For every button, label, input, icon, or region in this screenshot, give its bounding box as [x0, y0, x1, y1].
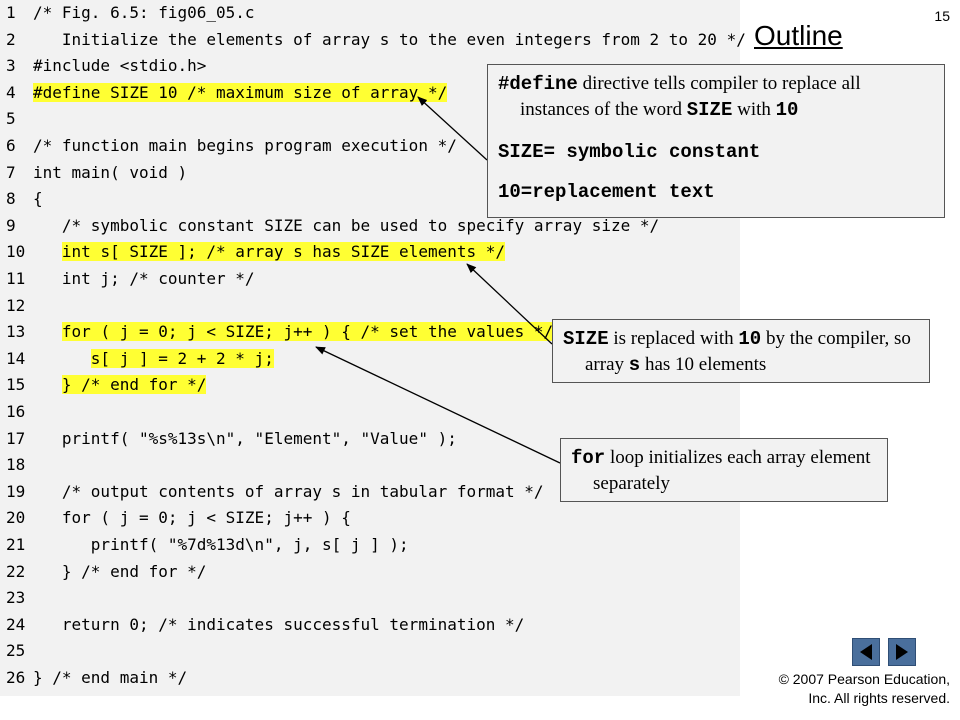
- code-ten: 10: [775, 99, 799, 121]
- highlighted-code: int s[ SIZE ]; /* array s has SIZE eleme…: [61, 242, 506, 262]
- line-number: 26: [6, 668, 26, 687]
- code-text: /* Fig. 6.5: fig06_05.c: [33, 3, 255, 22]
- code-line: 23: [0, 585, 740, 611]
- line-number: 23: [6, 588, 26, 608]
- line-number: 14: [6, 348, 26, 368]
- line-number: 22: [6, 561, 26, 581]
- callout-size-text: SIZE is replaced with 10 by the compiler…: [563, 326, 919, 378]
- code-line: 2 Initialize the elements of array s to …: [0, 27, 746, 53]
- code-line: 22 } /* end for */: [0, 559, 740, 585]
- code-define: #define: [498, 73, 578, 95]
- highlighted-code: s[ j ] = 2 + 2 * j;: [90, 348, 274, 368]
- code-line: 24 return 0; /* indicates successful ter…: [0, 612, 740, 638]
- code-text: Initialize the elements of array s to th…: [33, 29, 746, 49]
- highlighted-code: } /* end for */: [61, 375, 207, 395]
- line-number: 12: [6, 295, 26, 315]
- code-text: int j; /* counter */: [33, 269, 255, 288]
- line-number: 6: [6, 136, 16, 155]
- line-number: 15: [6, 375, 26, 395]
- line-number: 20: [6, 508, 26, 528]
- copyright-notice: © 2007 Pearson Education, Inc. All right…: [779, 670, 950, 708]
- code-text: #define SIZE 10 /* maximum size of array…: [33, 80, 448, 106]
- code-ten: 10: [738, 328, 762, 350]
- highlighted-code: #define SIZE 10 /* maximum size of array…: [33, 82, 448, 102]
- callout-define-directive: #define directive tells compiler to repl…: [487, 64, 945, 218]
- line-number: 9: [6, 215, 16, 235]
- code-text: /* function main begins program executio…: [33, 136, 457, 155]
- code-text: int main( void ): [33, 162, 188, 182]
- code-text: } /* end for */: [33, 372, 207, 398]
- code-line: 20 for ( j = 0; j < SIZE; j++ ) {: [0, 505, 740, 531]
- code-line: 10 int s[ SIZE ]; /* array s has SIZE el…: [0, 239, 740, 265]
- replacement-text-label: 10=replacement text: [498, 181, 715, 203]
- line-number: 2: [6, 29, 16, 49]
- line-number: 5: [6, 109, 16, 129]
- code-text: {: [33, 189, 43, 209]
- line-number: 17: [6, 428, 26, 448]
- symbolic-constant-label: SIZE= symbolic constant: [498, 141, 761, 163]
- callout-for-loop: for loop initializes each array element …: [560, 438, 888, 502]
- code-text: printf( "%7d%13d\n", j, s[ j ] );: [33, 535, 409, 554]
- code-line: 12: [0, 293, 740, 319]
- code-line: 11 int j; /* counter */: [0, 266, 740, 292]
- callout-define-text: #define directive tells compiler to repl…: [498, 71, 934, 123]
- callout-size-replaced: SIZE is replaced with 10 by the compiler…: [552, 319, 930, 383]
- code-text: printf( "%s%13s\n", "Element", "Value" )…: [33, 428, 457, 448]
- code-line: 16: [0, 399, 740, 425]
- page-number: 15: [934, 8, 950, 24]
- code-text: #include <stdio.h>: [33, 56, 207, 76]
- line-number: 25: [6, 641, 26, 661]
- line-number: 21: [6, 535, 26, 554]
- code-line: 26 } /* end main */: [0, 665, 740, 691]
- code-line: 1 /* Fig. 6.5: fig06_05.c: [0, 0, 740, 26]
- code-text: s[ j ] = 2 + 2 * j;: [33, 346, 274, 372]
- code-text: for ( j = 0; j < SIZE; j++ ) { /* set th…: [33, 319, 554, 345]
- line-number: 7: [6, 162, 16, 182]
- line-number: 8: [6, 189, 16, 209]
- copyright-line-2: Inc. All rights reserved.: [808, 690, 950, 706]
- line-number: 4: [6, 82, 16, 102]
- line-number: 10: [6, 242, 26, 262]
- text-segment: with: [732, 99, 776, 120]
- line-number: 1: [6, 3, 16, 22]
- copyright-line-1: © 2007 Pearson Education,: [778, 671, 950, 687]
- code-line: 25: [0, 638, 740, 664]
- code-size: SIZE: [686, 99, 733, 121]
- code-text: return 0; /* indicates successful termin…: [33, 614, 525, 634]
- previous-slide-button[interactable]: [852, 638, 880, 666]
- code-text: } /* end main */: [33, 668, 188, 687]
- triangle-left-icon: [860, 644, 872, 660]
- code-for: for: [571, 447, 606, 469]
- line-number: 3: [6, 56, 16, 76]
- line-number: 18: [6, 455, 26, 475]
- text-segment: loop initializes each array element sepa…: [593, 447, 871, 494]
- line-number: 19: [6, 481, 26, 501]
- code-size: SIZE: [563, 328, 609, 350]
- code-text: } /* end for */: [33, 561, 207, 581]
- line-number: 11: [6, 269, 26, 288]
- code-text: int s[ SIZE ]; /* array s has SIZE eleme…: [33, 239, 506, 265]
- line-number: 16: [6, 402, 26, 421]
- code-text: for ( j = 0; j < SIZE; j++ ) {: [33, 508, 351, 528]
- text-segment: is replaced with: [608, 328, 739, 349]
- outline-title[interactable]: Outline: [754, 20, 843, 52]
- triangle-right-icon: [896, 644, 908, 660]
- line-number: 13: [6, 322, 26, 342]
- next-slide-button[interactable]: [888, 638, 916, 666]
- highlighted-code: for ( j = 0; j < SIZE; j++ ) { /* set th…: [61, 322, 554, 342]
- code-line: 21 printf( "%7d%13d\n", j, s[ j ] );: [0, 532, 740, 558]
- line-number: 24: [6, 614, 26, 634]
- code-s: s: [628, 354, 641, 376]
- callout-for-text: for loop initializes each array element …: [571, 445, 877, 496]
- text-segment: has 10 elements: [640, 354, 767, 375]
- code-text: /* output contents of array s in tabular…: [33, 481, 544, 501]
